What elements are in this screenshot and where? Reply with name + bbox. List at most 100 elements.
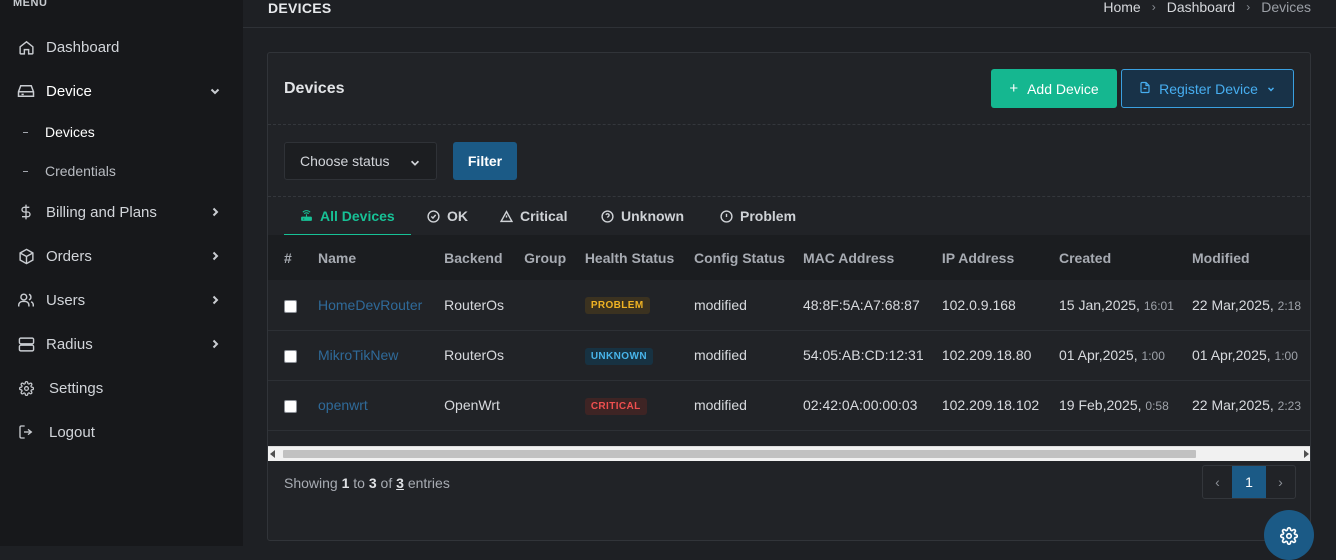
column-header[interactable]: Backend: [435, 235, 515, 280]
row-checkbox[interactable]: [284, 399, 297, 413]
tab-ok[interactable]: OK: [427, 197, 468, 235]
config-status-cell: modified: [693, 296, 747, 313]
logout-icon: [17, 423, 35, 441]
status-badge: CRITICAL: [584, 397, 647, 415]
topbar: DEVICES Home › Dashboard › Devices: [243, 0, 1336, 28]
chevron-right-icon: ›: [1246, 0, 1251, 14]
tab-label: Critical: [520, 208, 568, 224]
gear-icon: [17, 379, 35, 397]
sidebar-item-label: Device: [46, 82, 92, 100]
device-name-link[interactable]: HomeDevRouter: [318, 297, 422, 313]
modified-cell: 22 Mar,2025, 2:18: [1183, 280, 1310, 330]
column-header[interactable]: Name: [309, 235, 435, 280]
table-info: Showing 1 to 3 of 3 entries: [284, 475, 450, 491]
created-cell: 15 Jan,2025, 16:01: [1050, 280, 1183, 330]
info-text: Showing: [284, 475, 338, 491]
modified-time: 2:18: [1277, 298, 1301, 313]
sidebar-subitem-devices[interactable]: Devices: [0, 117, 243, 147]
status-select[interactable]: Choose status: [284, 142, 437, 180]
mac-cell: 54:05:AB:CD:12:31: [802, 347, 924, 363]
status-tabs: All Devices OK Critical Unknown Problem: [268, 197, 1310, 235]
tab-label: Problem: [740, 208, 797, 224]
server-icon: [17, 335, 35, 353]
pagination-next[interactable]: ›: [1266, 466, 1295, 498]
sidebar-item-dashboard[interactable]: Dashboard: [0, 27, 243, 67]
warning-icon: [500, 209, 513, 223]
sidebar-item-billing[interactable]: Billing and Plans: [0, 192, 243, 232]
info-text: of: [380, 475, 393, 491]
filter-button[interactable]: Filter: [453, 142, 517, 180]
plus-icon: +: [1009, 80, 1019, 97]
sidebar-item-label: Radius: [46, 335, 93, 353]
sidebar-subitem-label: Devices: [45, 124, 95, 140]
device-name-link[interactable]: MikroTikNew: [318, 347, 398, 363]
row-checkbox[interactable]: [284, 299, 297, 313]
modified-cell: 22 Mar,2025, 2:23: [1183, 380, 1310, 430]
tab-label: OK: [447, 208, 468, 224]
tab-unknown[interactable]: Unknown: [601, 197, 684, 235]
column-header[interactable]: IP Address: [933, 235, 1050, 280]
sidebar-item-orders[interactable]: Orders: [0, 236, 243, 276]
chevron-right-icon: ›: [1151, 0, 1156, 14]
dollar-icon: [17, 203, 35, 221]
pagination-prev[interactable]: ‹: [1203, 466, 1232, 498]
backend-cell: RouterOs: [444, 296, 505, 313]
sidebar-subitem-credentials[interactable]: Credentials: [0, 156, 243, 186]
sidebar-item-logout[interactable]: Logout: [0, 412, 243, 452]
breadcrumb-home[interactable]: Home: [1103, 0, 1140, 15]
group-cell: [515, 330, 576, 380]
column-header[interactable]: Modified: [1183, 235, 1310, 280]
sidebar-item-label: Users: [46, 291, 86, 309]
page-title: DEVICES: [268, 0, 332, 16]
row-checkbox[interactable]: [284, 349, 297, 363]
sidebar-item-device[interactable]: Device: [0, 71, 243, 111]
sidebar-item-users[interactable]: Users: [0, 280, 243, 320]
status-badge: PROBLEM: [584, 297, 650, 315]
status-select-value: Choose status: [300, 153, 390, 169]
scroll-left-arrow-icon[interactable]: [270, 450, 275, 458]
sidebar: MENU Dashboard Device Devices Credential…: [0, 0, 243, 546]
pagination: ‹ 1 ›: [1202, 465, 1296, 499]
router-icon: [300, 209, 313, 222]
info-text: to: [353, 475, 365, 491]
sidebar-item-settings[interactable]: Settings: [0, 368, 243, 408]
devices-table-wrapper[interactable]: # Name Backend Group Health Status Confi…: [268, 235, 1310, 431]
filter-bar: Choose status Filter: [268, 125, 1310, 197]
tab-problem[interactable]: Problem: [720, 197, 796, 235]
horizontal-scrollbar[interactable]: [268, 446, 1310, 461]
tab-critical[interactable]: Critical: [500, 197, 567, 235]
column-header[interactable]: Config Status: [685, 235, 794, 280]
register-device-button[interactable]: Register Device: [1121, 69, 1294, 108]
mac-cell: 02:42:0A:00:00:03: [802, 397, 918, 413]
settings-fab-button[interactable]: [1264, 510, 1314, 560]
scroll-right-arrow-icon[interactable]: [1304, 450, 1309, 458]
device-icon: [17, 82, 35, 100]
gear-icon: [1279, 526, 1299, 550]
config-status-cell: modified: [693, 397, 747, 413]
breadcrumb-dashboard[interactable]: Dashboard: [1167, 0, 1236, 15]
chevron-right-icon: [208, 205, 222, 219]
tab-all-devices[interactable]: All Devices: [284, 197, 411, 235]
created-time: 0:58: [1145, 399, 1169, 413]
column-header[interactable]: MAC Address: [794, 235, 933, 280]
menu-title: MENU: [13, 0, 48, 9]
chevron-down-icon: [208, 84, 222, 98]
device-name-link[interactable]: openwrt: [318, 397, 368, 413]
column-header[interactable]: Group: [515, 235, 576, 280]
table-row: HomeDevRouter RouterOs PROBLEM modified …: [268, 280, 1310, 330]
sidebar-item-label: Billing and Plans: [46, 203, 157, 221]
sidebar-item-label: Logout: [49, 423, 95, 441]
breadcrumb: Home › Dashboard › Devices: [1103, 0, 1311, 15]
scrollbar-thumb[interactable]: [283, 450, 1196, 458]
pagination-page[interactable]: 1: [1232, 466, 1266, 498]
check-circle-icon: [427, 209, 440, 223]
add-device-button[interactable]: + Add Device: [991, 69, 1117, 108]
card-header: Devices + Add Device Register Device: [268, 53, 1310, 125]
sidebar-item-radius[interactable]: Radius: [0, 324, 243, 364]
created-cell: 01 Apr,2025, 1:00: [1050, 330, 1183, 380]
box-icon: [17, 247, 35, 265]
table-header-row: # Name Backend Group Health Status Confi…: [268, 235, 1310, 280]
column-header[interactable]: Health Status: [576, 235, 685, 280]
modified-date: 22 Mar,2025,: [1192, 296, 1274, 313]
column-header[interactable]: Created: [1050, 235, 1183, 280]
